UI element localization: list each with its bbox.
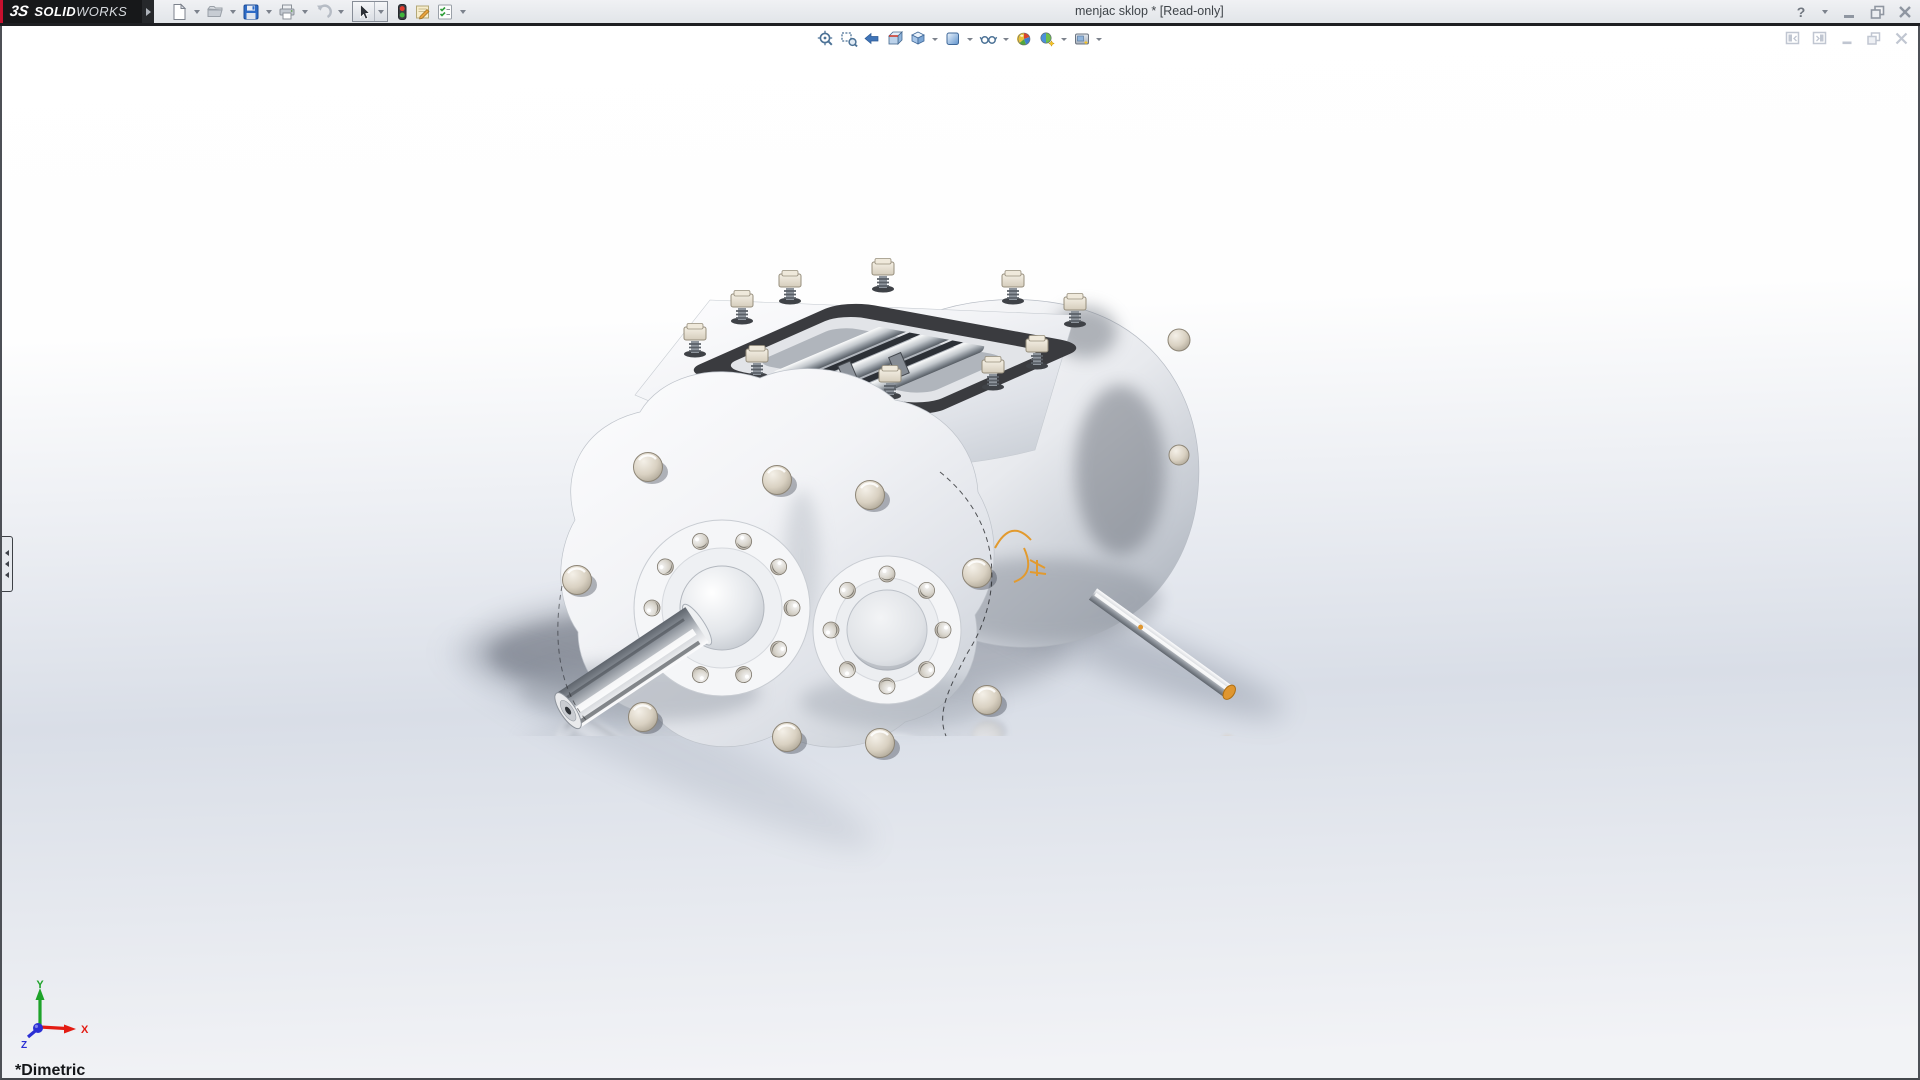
graphics-area[interactable]: Y X Z *Dimetric	[0, 26, 1920, 1080]
view-orientation-cube-icon	[909, 30, 927, 48]
pane-left-button[interactable]	[1784, 30, 1802, 46]
triad-z-label: Z	[21, 1040, 27, 1051]
window-controls: ?	[1790, 0, 1916, 23]
options-dropdown-caret-icon[interactable]	[460, 10, 466, 14]
chevron-left-icon	[5, 572, 9, 578]
hide-show-items-button[interactable]	[976, 28, 1000, 50]
solidworks-window: 3S SOLIDWORKS	[0, 0, 1920, 1080]
triad-x-label: X	[81, 1024, 89, 1036]
appearance-ball-icon	[1015, 30, 1033, 48]
section-view-icon	[886, 30, 904, 48]
file-properties-note-icon	[414, 3, 432, 21]
eyeglasses-icon	[979, 30, 998, 48]
headsup-view-toolbar	[814, 28, 1105, 50]
view-settings-button[interactable]	[1070, 28, 1093, 50]
help-button[interactable]: ?	[1790, 2, 1812, 22]
select-tool-group	[352, 1, 388, 22]
undo-button[interactable]	[312, 1, 334, 22]
display-style-button[interactable]	[941, 28, 964, 50]
zoom-to-area-button[interactable]	[837, 28, 860, 50]
previous-view-button[interactable]	[860, 28, 883, 50]
options-button[interactable]	[434, 1, 456, 22]
chevron-left-icon	[5, 561, 9, 567]
print-dropdown-caret-icon[interactable]	[302, 10, 308, 14]
select-cursor-icon	[356, 3, 371, 20]
save-button[interactable]	[240, 1, 262, 22]
minimize-button[interactable]	[1838, 2, 1860, 22]
select-tool-button[interactable]	[353, 2, 374, 21]
open-folder-icon	[206, 3, 224, 21]
close-icon	[1897, 4, 1913, 20]
pane-right-button[interactable]	[1811, 30, 1829, 46]
rebuild-button[interactable]	[392, 1, 412, 22]
chevron-right-icon	[146, 8, 151, 16]
view-orientation-caret-icon[interactable]	[932, 38, 938, 41]
logo-text-light: WORKS	[76, 4, 127, 19]
reference-triad: Y X Z	[8, 980, 92, 1066]
new-dropdown-caret-icon[interactable]	[194, 10, 200, 14]
menu-flyout-button[interactable]	[142, 0, 154, 23]
open-document-button[interactable]	[204, 1, 226, 22]
triad-y-label: Y	[36, 980, 44, 991]
pane-left-icon	[1785, 31, 1801, 46]
document-restore-button[interactable]	[1865, 30, 1883, 46]
new-document-button[interactable]	[168, 1, 190, 22]
new-document-icon	[170, 3, 188, 21]
edit-appearance-button[interactable]	[1012, 28, 1035, 50]
document-minimize-icon	[1840, 31, 1855, 46]
undo-arrow-icon	[314, 3, 332, 21]
view-settings-caret-icon[interactable]	[1096, 38, 1102, 41]
help-dropdown-caret-icon[interactable]	[1822, 10, 1828, 14]
options-checklist-icon	[436, 3, 454, 21]
zoom-to-area-icon	[840, 30, 858, 48]
view-settings-icon	[1073, 30, 1091, 48]
apply-scene-caret-icon[interactable]	[1061, 38, 1067, 41]
logo-text-bold: SOLID	[34, 4, 76, 19]
printer-icon	[278, 3, 296, 21]
title-bar: 3S SOLIDWORKS	[0, 0, 1920, 23]
rebuild-traffic-light-icon	[394, 3, 410, 21]
apply-scene-icon	[1038, 30, 1056, 48]
help-icon: ?	[1797, 4, 1806, 20]
open-dropdown-caret-icon[interactable]	[230, 10, 236, 14]
document-restore-icon	[1866, 31, 1882, 46]
document-close-button[interactable]	[1892, 30, 1910, 46]
undo-dropdown-caret-icon[interactable]	[338, 10, 344, 14]
save-dropdown-caret-icon[interactable]	[266, 10, 272, 14]
document-minimize-button[interactable]	[1838, 30, 1856, 46]
file-properties-button[interactable]	[412, 1, 434, 22]
document-title: menjac sklop * [Read-only]	[1075, 4, 1224, 18]
gearbox-assembly-model	[2, 26, 1918, 1078]
solidworks-logo: 3S SOLIDWORKS	[0, 0, 142, 23]
view-orientation-button[interactable]	[906, 28, 929, 50]
display-style-icon	[944, 30, 962, 48]
display-style-caret-icon[interactable]	[967, 38, 973, 41]
close-button[interactable]	[1894, 2, 1916, 22]
select-dropdown-caret-icon	[378, 10, 384, 14]
main-toolbar	[168, 1, 470, 22]
save-floppy-icon	[242, 3, 260, 21]
minimize-icon	[1841, 4, 1857, 20]
document-window-controls	[1784, 30, 1910, 46]
select-dropdown-button[interactable]	[374, 2, 387, 21]
apply-scene-button[interactable]	[1035, 28, 1058, 50]
document-close-icon	[1894, 31, 1909, 46]
previous-view-icon	[863, 30, 881, 48]
dassault-3ds-logo-icon: 3S	[9, 3, 30, 20]
pane-right-icon	[1812, 31, 1828, 46]
print-button[interactable]	[276, 1, 298, 22]
section-view-button[interactable]	[883, 28, 906, 50]
chevron-left-icon	[5, 550, 9, 556]
zoom-to-fit-icon	[817, 30, 835, 48]
view-orientation-label: *Dimetric	[15, 1062, 85, 1080]
featuremanager-collapsed-tab[interactable]	[2, 536, 13, 592]
hide-show-items-caret-icon[interactable]	[1003, 38, 1009, 41]
restore-button[interactable]	[1866, 2, 1888, 22]
zoom-to-fit-button[interactable]	[814, 28, 837, 50]
restore-icon	[1869, 4, 1886, 20]
